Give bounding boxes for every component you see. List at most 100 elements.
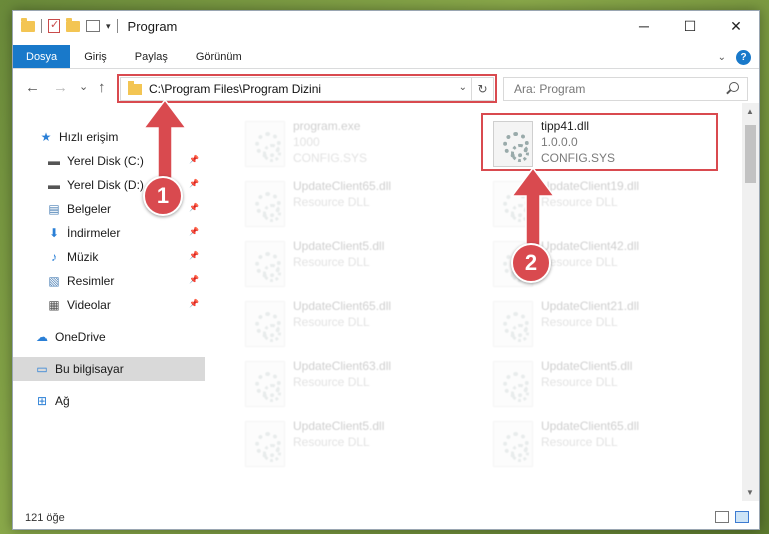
tiles-view-icon[interactable]: [735, 511, 749, 523]
sidebar-item-label: Müzik: [67, 250, 99, 264]
status-bar: 121 öğe: [13, 507, 759, 529]
file-item[interactable]: UpdateClient5.dll Resource DLL: [493, 357, 733, 415]
sidebar-item-label: Yerel Disk (D:): [67, 178, 144, 192]
videos-icon: ▦: [48, 298, 60, 312]
pin-icon[interactable]: 📌: [189, 179, 199, 188]
tab-view[interactable]: Görünüm: [182, 45, 256, 68]
star-icon: ★: [40, 130, 52, 144]
quick-access-toolbar: ▾: [21, 17, 118, 33]
drive-icon: ▬: [48, 154, 60, 168]
file-item[interactable]: UpdateClient65.dll Resource DLL: [245, 177, 485, 235]
sidebar-item[interactable]: ▦ Videolar 📌: [13, 293, 205, 317]
file-item[interactable]: UpdateClient5.dll Resource DLL: [245, 237, 485, 295]
scroll-up-arrow-icon[interactable]: ▲: [746, 107, 754, 116]
pin-icon[interactable]: 📌: [189, 251, 199, 260]
computer-icon: ▭: [36, 362, 48, 376]
scroll-thumb[interactable]: [745, 125, 756, 183]
file-item[interactable]: UpdateClient65.dll Resource DLL: [245, 297, 485, 355]
tab-file[interactable]: Dosya: [13, 45, 71, 68]
download-icon: ⬇: [48, 226, 60, 240]
pin-icon[interactable]: 📌: [189, 275, 199, 284]
divider: [41, 19, 42, 33]
pin-icon[interactable]: 📌: [189, 299, 199, 308]
recent-locations-chevron-icon[interactable]: ⌄: [79, 80, 88, 93]
sidebar-item-label: Ağ: [55, 394, 70, 408]
file-name: UpdateClient5.dll: [293, 419, 385, 433]
file-detail: Resource DLL: [541, 435, 618, 449]
file-name: program.exe: [293, 119, 361, 133]
sidebar-item-label: Belgeler: [67, 202, 112, 216]
pin-icon[interactable]: 📌: [189, 227, 199, 236]
up-button[interactable]: ↑: [98, 79, 106, 96]
back-button[interactable]: ←: [25, 79, 40, 96]
file-name: UpdateClient65.dll: [293, 179, 392, 193]
file-name: UpdateClient65.dll: [541, 419, 640, 433]
sidebar-item-label: Resimler: [67, 274, 115, 288]
help-icon[interactable]: ?: [736, 49, 751, 65]
customize-toolbar-chevron-icon[interactable]: ▾: [106, 21, 111, 32]
music-icon: ♪: [51, 250, 57, 264]
callout-2-badge: 2: [511, 243, 551, 283]
pin-icon[interactable]: 📌: [189, 155, 199, 164]
search-placeholder[interactable]: Ara: Program: [514, 82, 585, 96]
view-properties-icon[interactable]: [86, 20, 100, 32]
forward-button[interactable]: →: [53, 79, 68, 96]
sidebar-item[interactable]: ▧ Resimler 📌: [13, 269, 205, 293]
scroll-down-arrow-icon[interactable]: ▼: [746, 488, 754, 497]
minimize-button[interactable]: ─: [621, 11, 667, 41]
documents-icon: ▤: [48, 202, 60, 216]
dll-file-icon: [245, 361, 285, 407]
item-count: 121 öğe: [25, 512, 65, 524]
sidebar-item[interactable]: ⬇ İndirmeler 📌: [13, 221, 205, 245]
file-name: UpdateClient5.dll: [293, 239, 385, 253]
file-detail: Resource DLL: [541, 315, 618, 329]
navigation-bar: ← → ⌄ ↑ C:\Program Files\Program Dizini …: [13, 73, 759, 103]
file-item[interactable]: UpdateClient65.dll Resource DLL: [493, 417, 733, 475]
sidebar-item[interactable]: ⊞ Ağ: [13, 389, 205, 413]
dll-file-icon: [245, 421, 285, 467]
address-highlight-box: [117, 74, 497, 103]
tab-share[interactable]: Paylaş: [121, 45, 182, 68]
expand-ribbon-chevron-icon[interactable]: ⌄: [718, 52, 726, 63]
view-switcher: [715, 511, 749, 523]
sidebar-item[interactable]: ♪ Müzik 📌: [13, 245, 205, 269]
search-icon[interactable]: [729, 82, 739, 92]
file-item[interactable]: UpdateClient63.dll Resource DLL: [245, 357, 485, 415]
dll-file-icon: [493, 361, 533, 407]
tab-home[interactable]: Giriş: [70, 45, 121, 68]
file-detail: CONFIG.SYS: [293, 151, 368, 165]
cloud-icon: ☁: [36, 330, 48, 344]
maximize-button[interactable]: ☐: [667, 11, 713, 41]
close-button[interactable]: ✕: [713, 11, 759, 41]
file-name: UpdateClient65.dll: [293, 299, 392, 313]
file-highlight-box: [481, 113, 718, 171]
file-detail: Resource DLL: [293, 435, 370, 449]
new-folder-icon[interactable]: [66, 17, 80, 32]
file-detail: Resource DLL: [293, 375, 370, 389]
sidebar-item-label: Yerel Disk (C:): [67, 154, 144, 168]
file-detail: 1000: [293, 135, 320, 149]
file-detail: Resource DLL: [293, 195, 370, 209]
file-detail: Resource DLL: [293, 315, 370, 329]
callout-1-badge: 1: [143, 176, 183, 216]
dll-file-icon: [493, 301, 533, 347]
network-icon: ⊞: [36, 394, 48, 408]
file-item[interactable]: UpdateClient5.dll Resource DLL: [245, 417, 485, 475]
details-view-icon[interactable]: [715, 511, 729, 523]
ribbon-right-controls: ⌄ ?: [718, 45, 751, 69]
window-controls: ─ ☐ ✕: [621, 11, 759, 41]
file-item[interactable]: program.exe 1000 CONFIG.SYS: [245, 117, 485, 175]
file-detail: Resource DLL: [541, 375, 618, 389]
ribbon-tabs: Dosya Giriş Paylaş Görünüm ⌄ ?: [13, 45, 759, 69]
sidebar-item[interactable]: ☁ OneDrive: [13, 325, 205, 349]
properties-check-icon[interactable]: [48, 18, 60, 33]
vertical-scrollbar[interactable]: ▲ ▼: [742, 103, 759, 501]
file-name: UpdateClient63.dll: [293, 359, 392, 373]
sidebar-item[interactable]: ▭ Bu bilgisayar: [13, 357, 205, 381]
sidebar-item-label: Hızlı erişim: [59, 130, 119, 144]
pin-icon[interactable]: 📌: [189, 203, 199, 212]
sidebar-item-label: Videolar: [67, 298, 111, 312]
file-item[interactable]: UpdateClient21.dll Resource DLL: [493, 297, 733, 355]
dll-file-icon: [245, 301, 285, 347]
search-box[interactable]: Ara: Program: [503, 77, 748, 101]
